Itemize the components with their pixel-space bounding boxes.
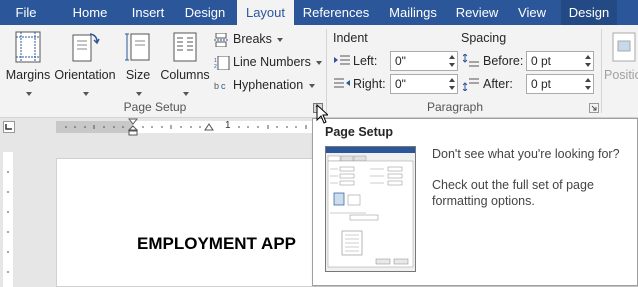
svg-text:2: 2 — [214, 64, 217, 70]
indent-left-spinner[interactable] — [447, 52, 457, 70]
line-numbers-button[interactable]: 1 2 Line Numbers — [214, 52, 323, 72]
breaks-label: Breaks — [233, 32, 272, 46]
tab-design[interactable]: Design — [180, 0, 230, 25]
columns-button[interactable]: Columns — [158, 28, 212, 100]
document-page[interactable]: EMPLOYMENT APP — [56, 158, 316, 287]
hyphenation-button[interactable]: b c Hyphenation — [214, 75, 315, 95]
tab-home[interactable]: Home — [62, 0, 118, 25]
breaks-icon — [214, 32, 228, 47]
mouse-cursor-icon — [316, 104, 328, 124]
tab-review[interactable]: Review — [452, 0, 502, 25]
svg-text:b: b — [214, 81, 219, 91]
spacing-after-value: 0 pt — [531, 77, 552, 91]
hyphenation-icon: bc — [214, 81, 226, 91]
group-separator — [326, 29, 327, 113]
position-button[interactable]: Positio — [604, 28, 638, 100]
ruler-ticks — [65, 125, 307, 129]
spacing-before-label: Before: — [483, 54, 524, 68]
spacing-after-spinner[interactable] — [583, 75, 593, 93]
paragraph-launcher-icon[interactable] — [589, 103, 599, 113]
indent-right-icon — [334, 78, 350, 88]
page-setup-group-label: Page Setup — [123, 100, 187, 114]
chevron-down-icon — [316, 60, 323, 65]
indent-left-icon — [334, 55, 350, 65]
tab-design-contextual[interactable]: Design — [561, 0, 617, 25]
columns-icon — [172, 31, 198, 66]
tab-selector-icon[interactable] — [3, 121, 15, 133]
position-label: Positio — [604, 68, 638, 82]
position-icon — [611, 31, 637, 66]
vertical-ruler[interactable] — [0, 152, 16, 287]
right-indent-marker-icon[interactable] — [204, 118, 214, 132]
chevron-down-icon — [83, 91, 89, 96]
indent-left-label: Left: — [353, 54, 378, 68]
spacing-after-label: After: — [483, 77, 513, 91]
margins-icon — [15, 31, 41, 66]
tab-references[interactable]: References — [300, 0, 372, 25]
chevron-down-icon — [26, 91, 32, 96]
tab-mailings[interactable]: Mailings — [383, 0, 443, 25]
chevron-down-icon — [308, 83, 315, 88]
paragraph-group-label: Paragraph — [426, 100, 484, 114]
size-icon — [125, 31, 151, 66]
spacing-before-input[interactable]: 0 pt — [526, 51, 594, 71]
line-numbers-label: Line Numbers — [233, 55, 311, 69]
left-indent-marker-icon[interactable] — [128, 118, 138, 136]
spacing-before-spinner[interactable] — [583, 52, 593, 70]
tooltip-title: Page Setup — [325, 125, 394, 139]
columns-label: Columns — [160, 68, 210, 82]
indent-left-value: 0" — [395, 54, 406, 68]
ribbon-tab-bar: File Home Insert Design Layout Reference… — [0, 0, 638, 25]
chevron-down-icon — [183, 91, 189, 96]
document-title: EMPLOYMENT APP — [137, 234, 296, 253]
tab-layout[interactable]: Layout — [237, 0, 294, 25]
page-setup-tooltip: Page Setup Don't see what you're looking… — [312, 118, 638, 286]
chevron-down-icon — [277, 37, 284, 42]
margins-label: Margins — [5, 68, 51, 82]
spacing-after-input[interactable]: 0 pt — [526, 74, 594, 94]
indent-left-input[interactable]: 0" — [390, 51, 458, 71]
tooltip-line-1: Don't see what you're looking for? — [432, 147, 620, 161]
spacing-after-icon — [463, 78, 479, 91]
orientation-button[interactable]: Orientation — [54, 28, 116, 100]
size-label: Size — [125, 68, 151, 82]
chevron-down-icon — [136, 91, 142, 96]
orientation-icon — [70, 31, 100, 66]
tab-view[interactable]: View — [512, 0, 552, 25]
margins-button[interactable]: Margins — [4, 28, 52, 100]
indent-right-label: Right: — [353, 77, 386, 91]
indent-right-value: 0" — [395, 77, 406, 91]
indent-heading: Indent — [333, 31, 368, 45]
spacing-heading: Spacing — [461, 31, 507, 45]
tooltip-line-2: Check out the full set of page formattin… — [432, 178, 594, 208]
ruler-number: 1 — [225, 120, 231, 131]
tab-insert[interactable]: Insert — [124, 0, 172, 25]
spacing-before-icon — [463, 54, 479, 67]
horizontal-ruler[interactable]: 1 — [56, 118, 314, 136]
breaks-button[interactable]: Breaks — [214, 29, 284, 49]
orientation-label: Orientation — [54, 68, 116, 82]
hyphenation-label: Hyphenation — [233, 78, 304, 92]
line-numbers-icon: 12 — [214, 55, 230, 70]
spacing-before-value: 0 pt — [531, 54, 552, 68]
size-button[interactable]: Size — [120, 28, 156, 100]
page-setup-dialog-preview — [325, 146, 416, 272]
group-separator — [601, 29, 602, 113]
indent-right-input[interactable]: 0" — [390, 74, 458, 94]
tab-file[interactable]: File — [0, 0, 52, 25]
indent-right-spinner[interactable] — [447, 75, 457, 93]
svg-text:c: c — [221, 81, 226, 91]
